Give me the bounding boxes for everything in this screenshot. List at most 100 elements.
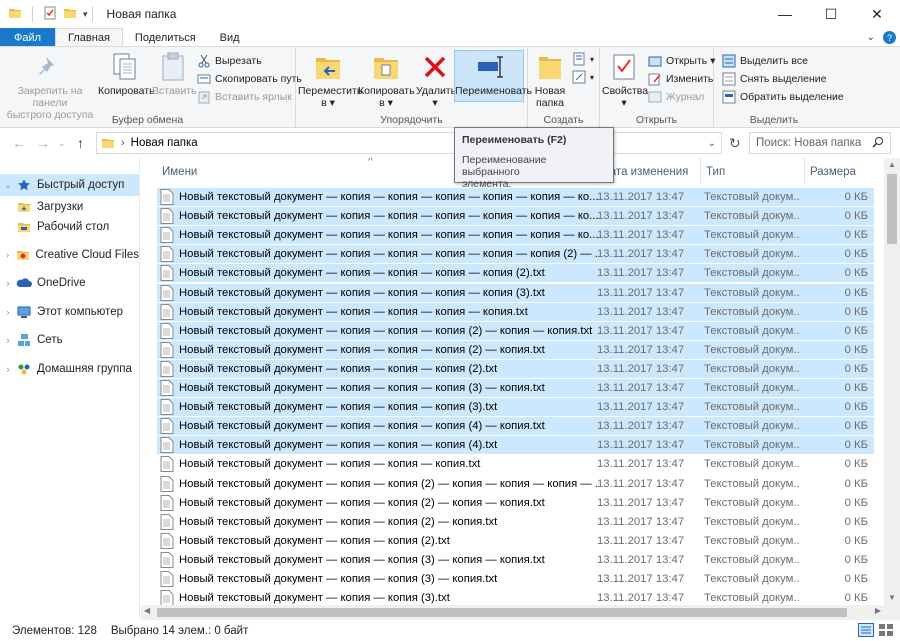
- cut-button[interactable]: Вырезать: [197, 54, 262, 68]
- copy-to-button[interactable]: Копировать в ▾: [358, 51, 415, 109]
- divider: [91, 6, 93, 22]
- chevron-right-icon[interactable]: ›: [0, 250, 15, 260]
- up-button[interactable]: ↑: [77, 135, 84, 151]
- scroll-right-icon[interactable]: ▶: [875, 606, 881, 615]
- horizontal-scrollbar[interactable]: ◀ ▶: [141, 605, 884, 620]
- delete-button[interactable]: Удалить ▾: [416, 51, 456, 109]
- refresh-button[interactable]: ↻: [729, 135, 741, 152]
- select-none-button[interactable]: Снять выделение: [722, 72, 826, 86]
- column-header-size[interactable]: Размера: [805, 158, 875, 185]
- chevron-right-icon[interactable]: ›: [0, 335, 16, 345]
- scroll-left-icon[interactable]: ◀: [144, 606, 150, 615]
- properties-button[interactable]: Свойства ▾: [602, 51, 648, 109]
- maximize-button[interactable]: ☐: [808, 0, 854, 28]
- table-row[interactable]: Новый текстовый документ — копия — копия…: [157, 570, 874, 588]
- edit-button[interactable]: Изменить: [648, 72, 713, 86]
- chevron-right-icon[interactable]: ›: [0, 307, 16, 317]
- details-view-icon[interactable]: [858, 623, 874, 640]
- file-name: Новый текстовый документ — копия — копия…: [179, 534, 450, 547]
- nav-item-network[interactable]: › Сеть: [0, 329, 139, 351]
- chevron-down-icon: ▾: [590, 54, 595, 64]
- chevron-right-icon[interactable]: ›: [0, 278, 16, 288]
- pin-quick-access-button[interactable]: Закрепить на панели быстрого доступа: [4, 51, 96, 121]
- ribbon-expand-icon[interactable]: ⌄: [867, 32, 875, 43]
- file-type: Текстовый докум...: [704, 515, 799, 528]
- tab-view[interactable]: Вид: [208, 28, 252, 47]
- nav-item-creative-cloud[interactable]: › Creative Cloud Files: [0, 244, 139, 266]
- nav-item-quick-access[interactable]: ⌄ Быстрый доступ: [0, 174, 139, 196]
- table-row[interactable]: Новый текстовый документ — копия — копия…: [157, 226, 874, 245]
- easy-access-button[interactable]: ▾: [572, 70, 594, 84]
- invert-selection-button[interactable]: Обратить выделение: [722, 90, 844, 104]
- table-row[interactable]: Новый текстовый документ — копия — копия…: [157, 340, 874, 359]
- chevron-down-icon[interactable]: ⌄: [0, 180, 16, 191]
- vertical-scrollbar[interactable]: ▲ ▼: [884, 158, 900, 620]
- minimize-button[interactable]: —: [762, 0, 808, 28]
- file-type: Текстовый докум...: [704, 305, 799, 318]
- file-size: 0 КБ: [844, 210, 868, 223]
- chevron-right-icon[interactable]: ›: [0, 364, 16, 374]
- nav-item-homegroup[interactable]: › Домашняя группа: [0, 358, 139, 380]
- file-date: 13.11.2017 13:47: [597, 305, 685, 318]
- search-input[interactable]: Поиск: Новая папка: [749, 132, 891, 154]
- rename-button[interactable]: Переименовать: [454, 50, 532, 102]
- move-to-dropdown: в ▾: [321, 97, 335, 109]
- tab-share[interactable]: Поделиться: [123, 28, 208, 47]
- hscroll-thumb[interactable]: [157, 608, 847, 617]
- close-button[interactable]: ✕: [854, 0, 900, 28]
- new-folder-button[interactable]: Новая папка: [530, 51, 570, 109]
- address-dropdown-icon[interactable]: ⌄: [708, 138, 716, 149]
- table-row[interactable]: Новый текстовый документ — копия — копия…: [157, 245, 874, 264]
- paste-button[interactable]: Вставить: [152, 51, 197, 97]
- tab-file[interactable]: Файл: [0, 28, 56, 47]
- table-row[interactable]: Новый текстовый документ — копия — копия…: [157, 302, 874, 321]
- breadcrumb-current[interactable]: Новая папка: [131, 137, 198, 149]
- address-bar[interactable]: › Новая папка ⌄: [96, 132, 722, 154]
- nav-item-this-pc[interactable]: › Этот компьютер: [0, 301, 139, 323]
- large-icons-view-icon[interactable]: [878, 623, 894, 640]
- table-row[interactable]: Новый текстовый документ — копия — копия…: [157, 207, 874, 226]
- file-date: 13.11.2017 13:47: [597, 477, 685, 490]
- paste-shortcut-button[interactable]: Вставить ярлык: [197, 90, 292, 104]
- file-type: Текстовый докум...: [704, 210, 799, 223]
- table-row[interactable]: Новый текстовый документ — копия — копия…: [157, 283, 874, 302]
- nav-item-desktop[interactable]: Рабочий стол: [0, 216, 139, 238]
- chevron-down-icon[interactable]: ▾: [83, 9, 88, 20]
- scroll-up-icon[interactable]: ▲: [888, 160, 896, 169]
- forward-button[interactable]: →: [36, 135, 50, 151]
- back-button[interactable]: ←: [12, 135, 26, 151]
- table-row[interactable]: Новый текстовый документ — копия — копия…: [157, 475, 874, 493]
- nav-item-onedrive[interactable]: › OneDrive: [0, 272, 139, 294]
- properties-quick-icon[interactable]: [43, 6, 57, 23]
- scroll-thumb[interactable]: [887, 174, 897, 244]
- help-icon[interactable]: ?: [883, 31, 896, 44]
- table-row[interactable]: Новый текстовый документ — копия — копия…: [157, 532, 874, 550]
- file-size: 0 КБ: [844, 573, 868, 585]
- paste-icon: [157, 51, 189, 83]
- table-row[interactable]: Новый текстовый документ — копия — копия…: [157, 494, 874, 512]
- open-button[interactable]: Открыть ▾: [648, 54, 715, 68]
- scroll-down-icon[interactable]: ▼: [888, 593, 896, 602]
- table-row[interactable]: Новый текстовый документ — копия — копия…: [157, 379, 874, 397]
- table-row[interactable]: Новый текстовый документ — копия — копия…: [157, 513, 874, 531]
- recent-dropdown-icon[interactable]: ⌄: [58, 138, 66, 149]
- new-folder-quick-icon[interactable]: [63, 6, 77, 23]
- table-row[interactable]: Новый текстовый документ — копия — копия…: [157, 551, 874, 569]
- table-row[interactable]: Новый текстовый документ — копия — копия…: [157, 417, 874, 436]
- table-row[interactable]: Новый текстовый документ — копия — копия…: [157, 455, 874, 473]
- table-row[interactable]: Новый текстовый документ — копия — копия…: [157, 321, 874, 340]
- table-row[interactable]: Новый текстовый документ — копия — копия…: [157, 398, 874, 417]
- copy-button[interactable]: Копировать: [98, 51, 155, 97]
- copy-path-button[interactable]: Скопировать путь: [197, 72, 302, 86]
- table-row[interactable]: Новый текстовый документ — копия — копия…: [157, 264, 874, 283]
- tab-home[interactable]: Главная: [55, 28, 123, 47]
- history-button[interactable]: Журнал: [648, 90, 704, 104]
- nav-item-downloads[interactable]: Загрузки: [0, 196, 139, 218]
- column-header-type[interactable]: Тип: [701, 158, 805, 185]
- table-row[interactable]: Новый текстовый документ — копия — копия…: [157, 359, 874, 378]
- new-item-button[interactable]: ▾: [572, 52, 594, 66]
- move-to-button[interactable]: Переместить в ▾: [298, 51, 362, 109]
- table-row[interactable]: Новый текстовый документ — копия — копия…: [157, 188, 874, 206]
- select-all-button[interactable]: Выделить все: [722, 54, 808, 68]
- table-row[interactable]: Новый текстовый документ — копия — копия…: [157, 436, 874, 455]
